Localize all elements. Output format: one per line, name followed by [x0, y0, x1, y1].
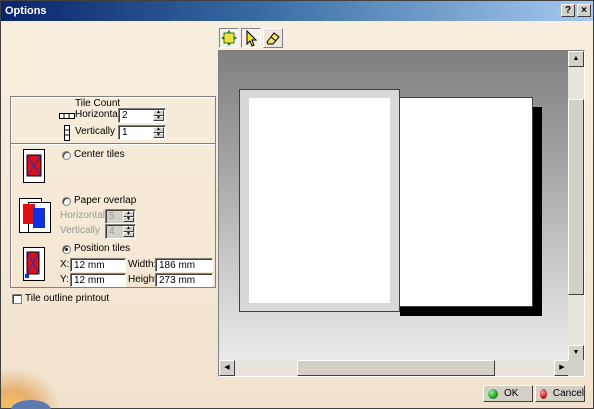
fit-all-icon: [221, 30, 237, 46]
tile-outline-label: Tile outline printout: [25, 293, 110, 304]
cancel-label: Cancel: [552, 388, 584, 399]
horizontal-scrollbar[interactable]: ◀ ▶: [219, 360, 570, 376]
vertical-tiles-icon: [64, 125, 70, 141]
fit-all-tool[interactable]: [219, 28, 239, 48]
overlap-horizontally-spinner[interactable]: 5 ▲ ▼: [105, 209, 136, 224]
tile-horizontally-value: 2: [122, 110, 128, 121]
options-dialog: Options ? × Tile Count Horizontally 2 ▲ ▼…: [0, 0, 594, 409]
scroll-left-icon[interactable]: ◀: [219, 360, 235, 376]
tile-vertically-value: 1: [122, 127, 128, 138]
tile-vertically-spinner[interactable]: 1 ▲ ▼: [118, 125, 166, 140]
width-field[interactable]: 186 mm: [155, 258, 213, 272]
x-label: X:: [60, 259, 70, 270]
horizontal-tiles-icon: [59, 113, 75, 119]
eraser-icon: [266, 32, 280, 45]
paper-overlap-radio[interactable]: [62, 197, 71, 206]
vertical-scroll-thumb[interactable]: [568, 99, 584, 295]
preview-tile-right: [397, 97, 533, 307]
scroll-up-icon[interactable]: ▲: [568, 51, 584, 67]
tile-vertically-label: Vertically: [75, 126, 116, 137]
spin-down-icon[interactable]: ▼: [123, 216, 134, 222]
horizontal-scroll-thumb[interactable]: [297, 360, 495, 376]
window-title: Options: [5, 5, 47, 17]
position-tiles-label: Position tiles: [74, 243, 131, 254]
print-preview-area[interactable]: ▲ ▼ ◀ ▶: [218, 50, 585, 377]
vertical-scrollbar[interactable]: ▲ ▼: [568, 51, 584, 361]
help-button[interactable]: ?: [561, 4, 575, 17]
center-tiles-icon: [23, 149, 45, 183]
center-tiles-radio[interactable]: [62, 151, 71, 160]
x-field[interactable]: 12 mm: [70, 258, 126, 272]
printable-area: [249, 98, 390, 303]
overlap-horizontally-value: 5: [109, 211, 115, 222]
scrollbar-corner: [568, 360, 584, 376]
close-button[interactable]: ×: [577, 4, 591, 17]
cancel-icon: [540, 388, 547, 399]
width-label: Width:: [128, 259, 157, 270]
spin-down-icon[interactable]: ▼: [153, 115, 164, 121]
eraser-tool[interactable]: [263, 28, 283, 48]
center-tiles-label: Center tiles: [74, 149, 125, 160]
spin-down-icon[interactable]: ▼: [153, 132, 164, 138]
overlap-vertically-value: 4: [109, 226, 115, 237]
overlap-vertically-label: Vertically: [60, 225, 101, 236]
position-tiles-radio[interactable]: [62, 245, 71, 254]
scroll-down-icon[interactable]: ▼: [568, 345, 584, 361]
select-tool[interactable]: [241, 28, 261, 48]
select-arrow-icon: [246, 29, 258, 47]
ok-button[interactable]: OK: [483, 385, 533, 402]
tile-count-heading: Tile Count: [75, 98, 121, 109]
tile-outline-checkbox[interactable]: [12, 294, 22, 304]
overlap-vertically-spinner[interactable]: 4 ▲ ▼: [105, 224, 136, 239]
tile-horizontally-spinner[interactable]: 2 ▲ ▼: [118, 108, 166, 123]
cancel-button[interactable]: Cancel: [535, 385, 585, 402]
ok-icon: [488, 388, 498, 399]
paper-overlap-label: Paper overlap: [74, 195, 137, 206]
spin-down-icon[interactable]: ▼: [123, 231, 134, 237]
title-bar: Options: [1, 1, 593, 21]
y-label: Y:: [60, 274, 69, 285]
ok-label: OK: [504, 388, 519, 399]
position-tiles-icon: [23, 247, 45, 281]
preview-tile-left: [239, 89, 400, 312]
y-field[interactable]: 12 mm: [70, 273, 126, 287]
height-field[interactable]: 273 mm: [155, 273, 213, 287]
paper-overlap-icon: [19, 198, 51, 233]
